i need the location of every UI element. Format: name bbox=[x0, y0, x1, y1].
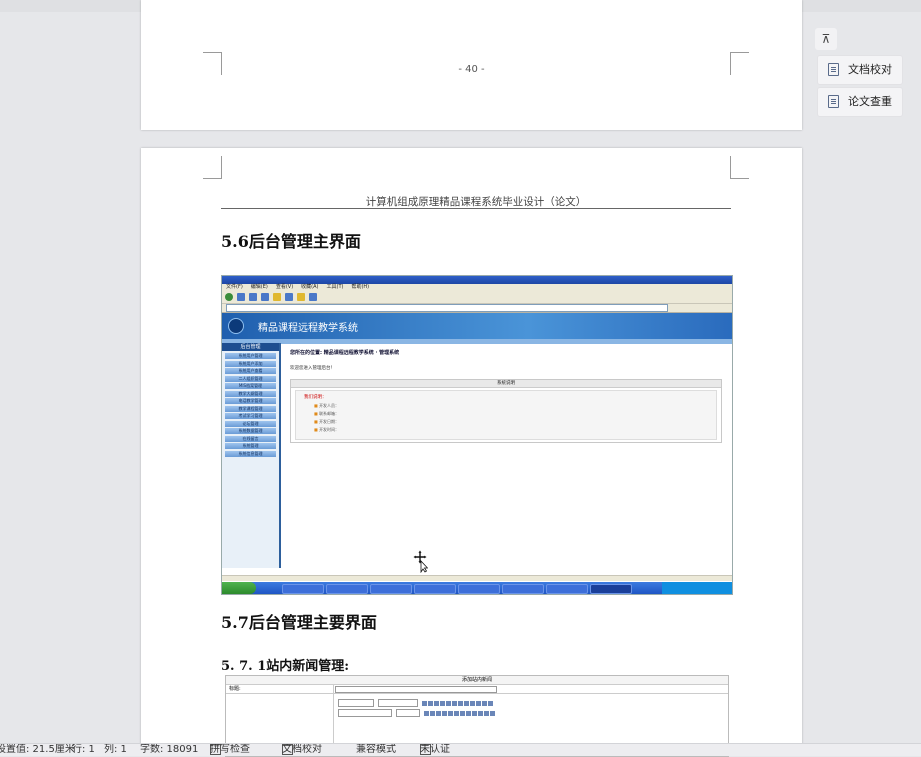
status-wordcount[interactable]: 字数: 18091 bbox=[140, 744, 198, 756]
page-number: - 40 - bbox=[458, 64, 485, 75]
sidebar-item: 系统管理 bbox=[225, 443, 276, 449]
sidebar-item: 系统用户管理 bbox=[225, 353, 276, 359]
sidebar-header: 后台管理 bbox=[222, 343, 279, 351]
sidebar-item: 在线留言 bbox=[225, 435, 276, 442]
system-tray bbox=[662, 582, 732, 594]
breadcrumb: 您所在的位置: 精品课程远程教学系统 · 管理系统 bbox=[290, 350, 400, 356]
sidebar-item: 系统数据管理 bbox=[225, 428, 276, 434]
subsection-heading: 5. 7. 1站内新闻管理: bbox=[221, 659, 350, 674]
document-page: - 40 - bbox=[141, 0, 802, 130]
collapse-panel-button[interactable]: ⊼ bbox=[815, 28, 837, 50]
plagiarism-check-button[interactable]: 论文查重 bbox=[817, 87, 903, 117]
section-heading: 5.6后台管理主界面 bbox=[221, 232, 361, 251]
doc-proofread-button[interactable]: 文档校对 bbox=[817, 55, 903, 85]
document-search-icon bbox=[828, 95, 839, 108]
sidebar-item: MIS档案管理 bbox=[225, 383, 276, 389]
sidebar-item: 系统信息管理 bbox=[225, 450, 276, 457]
sidebar-item: 系统用户查看 bbox=[225, 368, 276, 374]
sidebar-item: 系统用户添加 bbox=[225, 360, 276, 367]
document-check-icon bbox=[828, 63, 839, 76]
panel-title: 系统说明 bbox=[291, 380, 721, 388]
back-icon bbox=[225, 293, 233, 301]
status-position[interactable]: 设置值: 21.5厘米 bbox=[0, 744, 75, 756]
site-title: 精品课程远程教学系统 bbox=[258, 323, 358, 334]
sidebar-item: 教学大纲管理 bbox=[225, 390, 276, 397]
status-column: 列: 1 bbox=[104, 744, 127, 755]
margin-corner-mark bbox=[203, 156, 222, 179]
info-panel: 系统说明 我们说明： 开发人员： 联系邮箱： 开发日期： 开发时间： bbox=[290, 379, 722, 443]
welcome-text: 欢迎您进入管理后台！ bbox=[290, 366, 335, 371]
status-line: 行: 1 bbox=[72, 744, 95, 755]
sidebar-item: 教学课程管理 bbox=[225, 405, 276, 412]
form-label: 标题: bbox=[226, 685, 334, 693]
panel-line: 联系邮箱： bbox=[314, 411, 708, 417]
margin-corner-mark bbox=[730, 156, 749, 179]
site-banner: 精品课程远程教学系统 bbox=[222, 313, 732, 339]
favorites-icon bbox=[273, 293, 281, 301]
header-rule bbox=[221, 208, 731, 209]
document-page[interactable]: 计算机组成原理精品课程系统毕业设计（论文） 5.6后台管理主界面 文件(F) 编辑… bbox=[141, 148, 802, 757]
nav-strip bbox=[222, 339, 732, 344]
panel-line: 开发人员： bbox=[314, 403, 708, 409]
browser-toolbar bbox=[222, 291, 732, 304]
panel-line: 开发时间： bbox=[314, 427, 708, 433]
form-title: 添加站内新闻 bbox=[226, 676, 728, 685]
embedded-screenshot: 文件(F) 编辑(E) 查看(V) 收藏(A) 工具(T) 帮助(H) 精品课程远程教学系… bbox=[221, 275, 733, 595]
window-titlebar bbox=[222, 276, 732, 284]
logo-icon bbox=[228, 318, 244, 334]
panel-heading: 我们说明： bbox=[304, 395, 327, 400]
panel-line: 开发日期： bbox=[314, 419, 708, 425]
sidebar-item: 论坛管理 bbox=[225, 420, 276, 427]
section-heading: 5.7后台管理主要界面 bbox=[221, 613, 377, 632]
windows-taskbar bbox=[222, 582, 732, 594]
rich-editor-toolbar bbox=[336, 698, 556, 722]
address-bar bbox=[222, 304, 732, 313]
sidebar-item: 电话教学管理 bbox=[225, 398, 276, 404]
sidebar-item: 二人组织管理 bbox=[225, 375, 276, 382]
move-cursor-icon bbox=[412, 549, 428, 573]
admin-main: 您所在的位置: 精品课程远程教学系统 · 管理系统 欢迎您进入管理后台！ 系统说… bbox=[290, 349, 722, 443]
compat-mode: 兼容模式 bbox=[356, 744, 396, 755]
menu-bar: 文件(F) 编辑(E) 查看(V) 收藏(A) 工具(T) 帮助(H) bbox=[222, 284, 732, 291]
status-bar: 设置值: 21.5厘米 行: 1 列: 1 字数: 18091 拼写检查 文档校… bbox=[0, 743, 921, 756]
forward-icon bbox=[237, 293, 245, 301]
admin-sidebar: 后台管理 系统用户管理 系统用户添加 系统用户查看 二人组织管理 MIS档案管理… bbox=[222, 343, 281, 568]
sidebar-item: 考试学习管理 bbox=[225, 413, 276, 419]
browser-status bbox=[222, 575, 732, 581]
start-button bbox=[222, 582, 256, 594]
running-header: 计算机组成原理精品课程系统毕业设计（论文） bbox=[365, 196, 587, 208]
